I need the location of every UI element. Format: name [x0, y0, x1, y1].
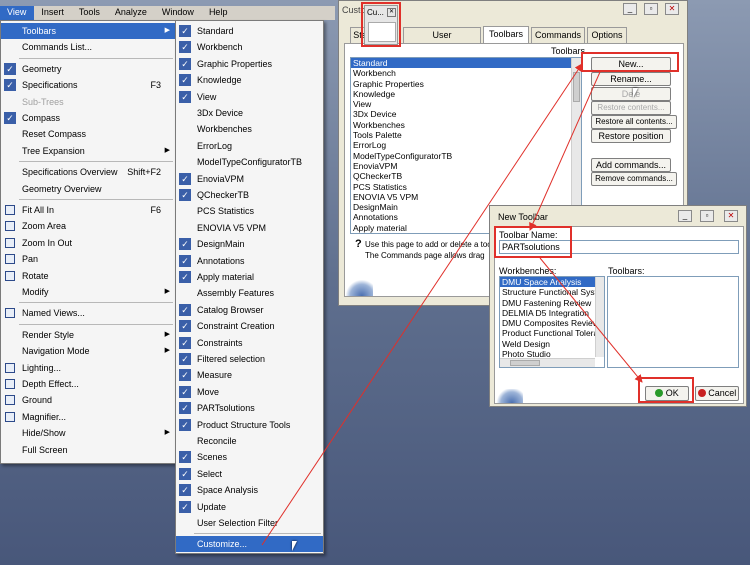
annotation-arrows	[261, 63, 643, 546]
mouse-cursor-icon	[292, 541, 297, 551]
mouse-cursor-icon-2	[633, 88, 638, 98]
tab-toolbars[interactable]: Toolbars	[483, 26, 529, 43]
arrow-to-new-button	[261, 63, 583, 546]
arrow-to-ok-button	[539, 257, 643, 383]
arrow-to-toolbar-name	[529, 71, 601, 231]
